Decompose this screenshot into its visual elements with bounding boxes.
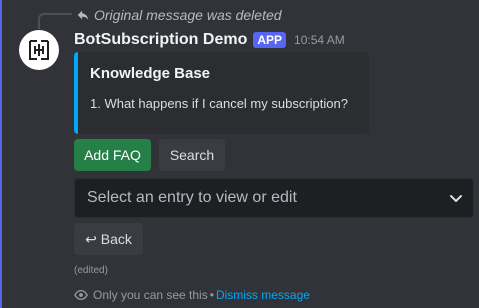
ephemeral-notice: Only you can see this • Dismiss message xyxy=(74,287,310,303)
embed-description: 1. What happens if I cancel my subscript… xyxy=(90,96,348,111)
app-badge: APP xyxy=(253,32,287,48)
timestamp[interactable]: 10:54 AM xyxy=(294,33,345,47)
dismiss-message-link[interactable]: Dismiss message xyxy=(216,288,310,302)
reply-spine xyxy=(38,13,72,29)
ephemeral-text: Only you can see this xyxy=(93,288,208,302)
back-button[interactable]: ↩ Back xyxy=(74,223,143,255)
reply-text: Original message was deleted xyxy=(94,7,282,23)
search-button[interactable]: Search xyxy=(159,139,225,171)
embed-card: Knowledge Base 1. What happens if I canc… xyxy=(74,52,369,134)
reply-arrow-icon xyxy=(77,10,89,20)
edited-label: (edited) xyxy=(74,265,108,276)
username[interactable]: BotSubscription Demo xyxy=(74,31,247,49)
eye-icon xyxy=(74,289,88,301)
bot-logo-icon xyxy=(29,40,49,60)
avatar[interactable] xyxy=(19,30,59,70)
add-faq-button[interactable]: Add FAQ xyxy=(74,139,151,171)
entry-select[interactable]: Select an entry to view or edit xyxy=(74,178,474,218)
mention-highlight-bar xyxy=(0,0,2,308)
select-placeholder: Select an entry to view or edit xyxy=(87,189,297,206)
ephemeral-separator: • xyxy=(209,288,214,302)
embed-title: Knowledge Base xyxy=(90,65,211,82)
reply-reference[interactable]: Original message was deleted xyxy=(76,6,282,24)
message-header: BotSubscription Demo APP 10:54 AM xyxy=(74,30,345,50)
chevron-down-icon xyxy=(450,195,462,202)
